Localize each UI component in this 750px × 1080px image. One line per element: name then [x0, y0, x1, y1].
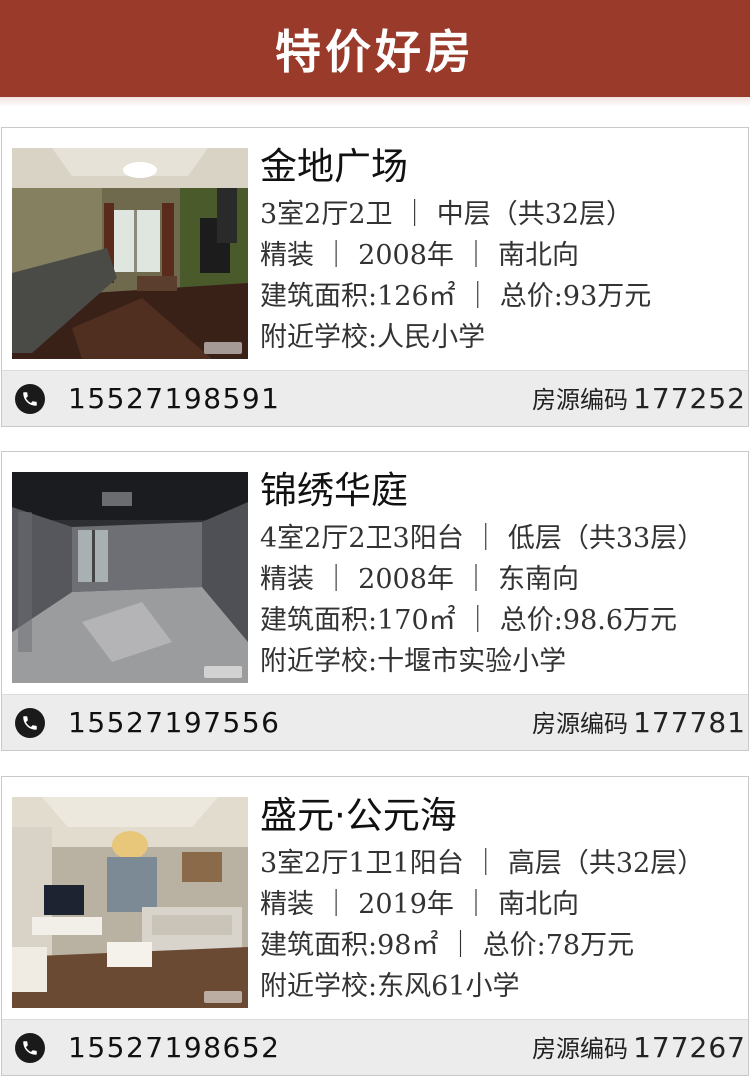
listing-name[interactable]: 金地广场 [260, 142, 744, 194]
code-number: 177252 [633, 382, 746, 415]
phone-number[interactable]: 15527197556 [68, 695, 280, 751]
decor-year-orientation: 精装 ｜ 2019年 ｜ 南北向 [260, 889, 580, 920]
layout-floor: 4室2厅2卫3阳台 ｜ 低层（共33层） [260, 523, 705, 554]
living-room-photo-icon [12, 148, 248, 359]
listing-photo[interactable] [12, 472, 248, 683]
phone-icon[interactable] [15, 384, 45, 414]
code-number: 177267 [633, 1031, 746, 1064]
listing-card[interactable]: 金地广场 3室2厅2卫 ｜ 中层（共32层） 精装 ｜ 2008年 ｜ 南北向 … [1, 127, 749, 427]
listing-photo[interactable] [12, 797, 248, 1008]
phone-icon[interactable] [15, 1033, 45, 1063]
listing-card[interactable]: 盛元·公元海 3室2厅1卫1阳台 ｜ 高层（共32层） 精装 ｜ 2019年 ｜… [1, 776, 749, 1076]
nearby-school: 附近学校:人民小学 [260, 322, 486, 353]
listing-card[interactable]: 锦绣华庭 4室2厅2卫3阳台 ｜ 低层（共33层） 精装 ｜ 2008年 ｜ 东… [1, 451, 749, 751]
watermark [204, 666, 242, 678]
page-title: 特价好房 [275, 24, 475, 79]
phone-number[interactable]: 15527198591 [68, 371, 280, 427]
watermark [204, 991, 242, 1003]
empty-room-photo-icon [12, 472, 248, 683]
furnished-living-room-photo-icon [12, 797, 248, 1008]
listing-name[interactable]: 锦绣华庭 [260, 466, 744, 518]
area-price: 建筑面积:170㎡ ｜ 总价:98.6万元 [260, 605, 678, 636]
decor-year-orientation: 精装 ｜ 2008年 ｜ 东南向 [260, 564, 580, 595]
listing-name[interactable]: 盛元·公元海 [260, 791, 744, 843]
listing-footer: 15527198591 房源编码 177252 [2, 370, 748, 426]
listing-info: 盛元·公元海 3室2厅1卫1阳台 ｜ 高层（共32层） 精装 ｜ 2019年 ｜… [260, 791, 744, 1007]
nearby-school: 附近学校:十堰市实验小学 [260, 646, 567, 677]
listing-code: 房源编码 177252 [532, 371, 746, 431]
layout-floor: 3室2厅2卫 ｜ 中层（共32层） [260, 199, 634, 230]
code-label: 房源编码 [532, 710, 629, 738]
area-price: 建筑面积:98㎡ ｜ 总价:78万元 [260, 930, 635, 961]
header-divider [0, 97, 750, 107]
listing-info: 金地广场 3室2厅2卫 ｜ 中层（共32层） 精装 ｜ 2008年 ｜ 南北向 … [260, 142, 744, 358]
listing-photo[interactable] [12, 148, 248, 359]
code-number: 177781 [633, 706, 746, 739]
layout-floor: 3室2厅1卫1阳台 ｜ 高层（共32层） [260, 848, 705, 879]
phone-number[interactable]: 15527198652 [68, 1020, 280, 1076]
code-label: 房源编码 [532, 386, 629, 414]
listing-footer: 15527197556 房源编码 177781 [2, 694, 748, 750]
listing-code: 房源编码 177267 [532, 1020, 746, 1080]
phone-icon[interactable] [15, 708, 45, 738]
nearby-school: 附近学校:东风61小学 [260, 971, 520, 1002]
decor-year-orientation: 精装 ｜ 2008年 ｜ 南北向 [260, 240, 580, 271]
listing-code: 房源编码 177781 [532, 695, 746, 755]
watermark [204, 342, 242, 354]
page-header: 特价好房 [0, 0, 750, 97]
listing-info: 锦绣华庭 4室2厅2卫3阳台 ｜ 低层（共33层） 精装 ｜ 2008年 ｜ 东… [260, 466, 744, 682]
area-price: 建筑面积:126㎡ ｜ 总价:93万元 [260, 281, 652, 312]
code-label: 房源编码 [532, 1035, 629, 1063]
listing-footer: 15527198652 房源编码 177267 [2, 1019, 748, 1075]
